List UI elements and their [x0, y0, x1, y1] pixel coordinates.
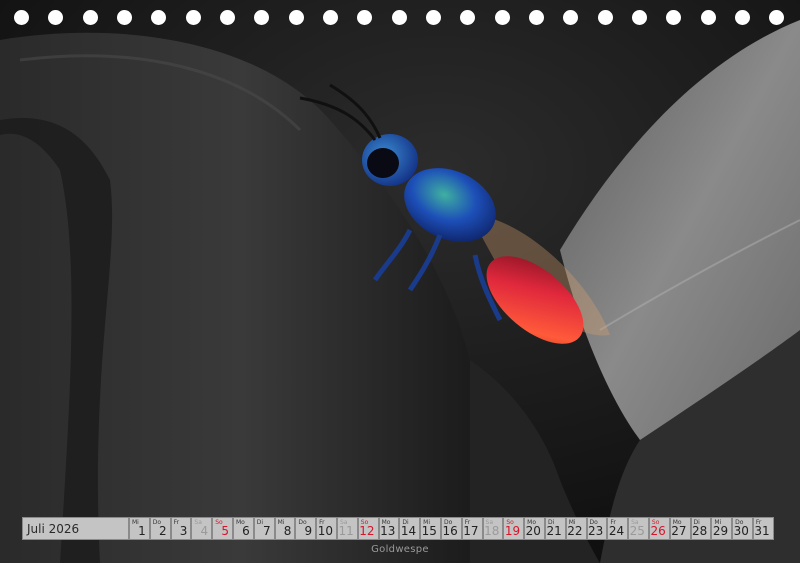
- day-number: 31: [754, 524, 770, 538]
- calendar-day: Fr 10: [316, 517, 337, 540]
- binding-hole: [460, 10, 475, 25]
- day-number: 6: [242, 524, 250, 538]
- day-number: 10: [317, 524, 333, 538]
- calendar-day: Do 9: [295, 517, 317, 540]
- month-cell: Juli 2026: [22, 517, 129, 540]
- day-number: 20: [525, 524, 541, 538]
- binding-hole: [392, 10, 407, 25]
- calendar-day: Mi 29: [711, 517, 733, 540]
- binding-hole: [220, 10, 235, 25]
- day-number: 5: [221, 524, 229, 538]
- day-number: 11: [338, 524, 354, 538]
- binding-hole: [598, 10, 613, 25]
- calendar-strip: Juli 2026 Mi 1 Do 2 Fr 3 Sa 4 So 5 Mo 6 Di 7 Mi 8 Do 9 Fr 1…: [22, 517, 778, 540]
- calendar-day: So 19: [503, 517, 525, 540]
- binding-hole: [151, 10, 166, 25]
- day-number: 27: [671, 524, 687, 538]
- calendar-day: Mo 27: [669, 517, 691, 540]
- day-number: 19: [504, 524, 521, 538]
- calendar-day: Fr 24: [607, 517, 629, 540]
- binding-hole: [254, 10, 269, 25]
- day-number: 12: [359, 524, 375, 538]
- binding-holes: [0, 10, 800, 26]
- day-number: 29: [712, 524, 729, 538]
- day-number: 21: [546, 524, 562, 538]
- day-number: 18: [484, 524, 500, 538]
- binding-hole: [83, 10, 98, 25]
- day-number: 25: [629, 524, 645, 538]
- photo-caption: Goldwespe: [371, 544, 429, 555]
- day-number: 1: [138, 524, 146, 538]
- calendar-day: Mo 20: [524, 517, 545, 540]
- calendar-day: Di 7: [253, 517, 275, 540]
- calendar-day: Sa 25: [628, 517, 649, 540]
- binding-hole: [701, 10, 716, 25]
- binding-hole: [563, 10, 578, 25]
- binding-hole: [426, 10, 441, 25]
- day-number: 28: [692, 524, 708, 538]
- day-number: 16: [442, 524, 458, 538]
- day-number: 24: [608, 524, 625, 538]
- calendar-day: So 26: [648, 517, 670, 540]
- calendar-day: So 12: [357, 517, 379, 540]
- binding-hole: [117, 10, 132, 25]
- calendar-day: Di 21: [544, 517, 566, 540]
- binding-hole: [48, 10, 63, 25]
- day-number: 22: [567, 524, 583, 538]
- month-label: Juli 2026: [27, 522, 80, 536]
- calendar-day: Mo 13: [378, 517, 400, 540]
- binding-hole: [323, 10, 338, 25]
- binding-hole: [529, 10, 544, 25]
- binding-hole: [735, 10, 750, 25]
- day-number: 14: [400, 524, 417, 538]
- calendar-day: Sa 11: [336, 517, 358, 540]
- calendar-day: Fr 3: [170, 517, 192, 540]
- calendar-day: Do 16: [440, 517, 462, 540]
- calendar-day: Di 28: [690, 517, 712, 540]
- calendar-day: Sa 18: [482, 517, 504, 540]
- calendar-day: Mi 15: [420, 517, 441, 540]
- day-number: 30: [733, 524, 749, 538]
- calendar-day: Do 2: [149, 517, 171, 540]
- calendar-day: Mi 8: [274, 517, 296, 540]
- photo-goldwespe: [0, 0, 800, 563]
- day-number: 8: [283, 524, 292, 538]
- binding-hole: [289, 10, 304, 25]
- calendar-day: Mo 6: [232, 517, 254, 540]
- calendar-day: Mi 1: [129, 517, 150, 540]
- binding-hole: [357, 10, 372, 25]
- calendar-day: So 5: [212, 517, 233, 540]
- weekday-label: Fr: [173, 519, 180, 526]
- day-number: 4: [200, 524, 209, 538]
- binding-hole: [769, 10, 784, 25]
- calendar-day: Di 14: [399, 517, 421, 540]
- binding-hole: [666, 10, 681, 25]
- calendar-day: Do 30: [732, 517, 753, 540]
- binding-hole: [14, 10, 29, 25]
- day-number: 13: [380, 524, 396, 538]
- binding-hole: [632, 10, 647, 25]
- calendar-day: Sa 4: [191, 517, 213, 540]
- day-number: 17: [463, 524, 479, 538]
- binding-hole: [495, 10, 510, 25]
- day-number: 3: [179, 524, 188, 538]
- binding-hole: [186, 10, 201, 25]
- day-number: 2: [158, 524, 167, 538]
- calendar-day: Fr 31: [752, 517, 774, 540]
- calendar-day: Fr 17: [461, 517, 483, 540]
- day-number: 9: [304, 524, 313, 538]
- day-number: 23: [588, 524, 604, 538]
- day-number: 26: [650, 524, 666, 538]
- calendar-day: Mi 22: [565, 517, 587, 540]
- calendar-day: Do 23: [586, 517, 608, 540]
- day-number: 7: [262, 524, 271, 538]
- day-number: 15: [421, 524, 437, 538]
